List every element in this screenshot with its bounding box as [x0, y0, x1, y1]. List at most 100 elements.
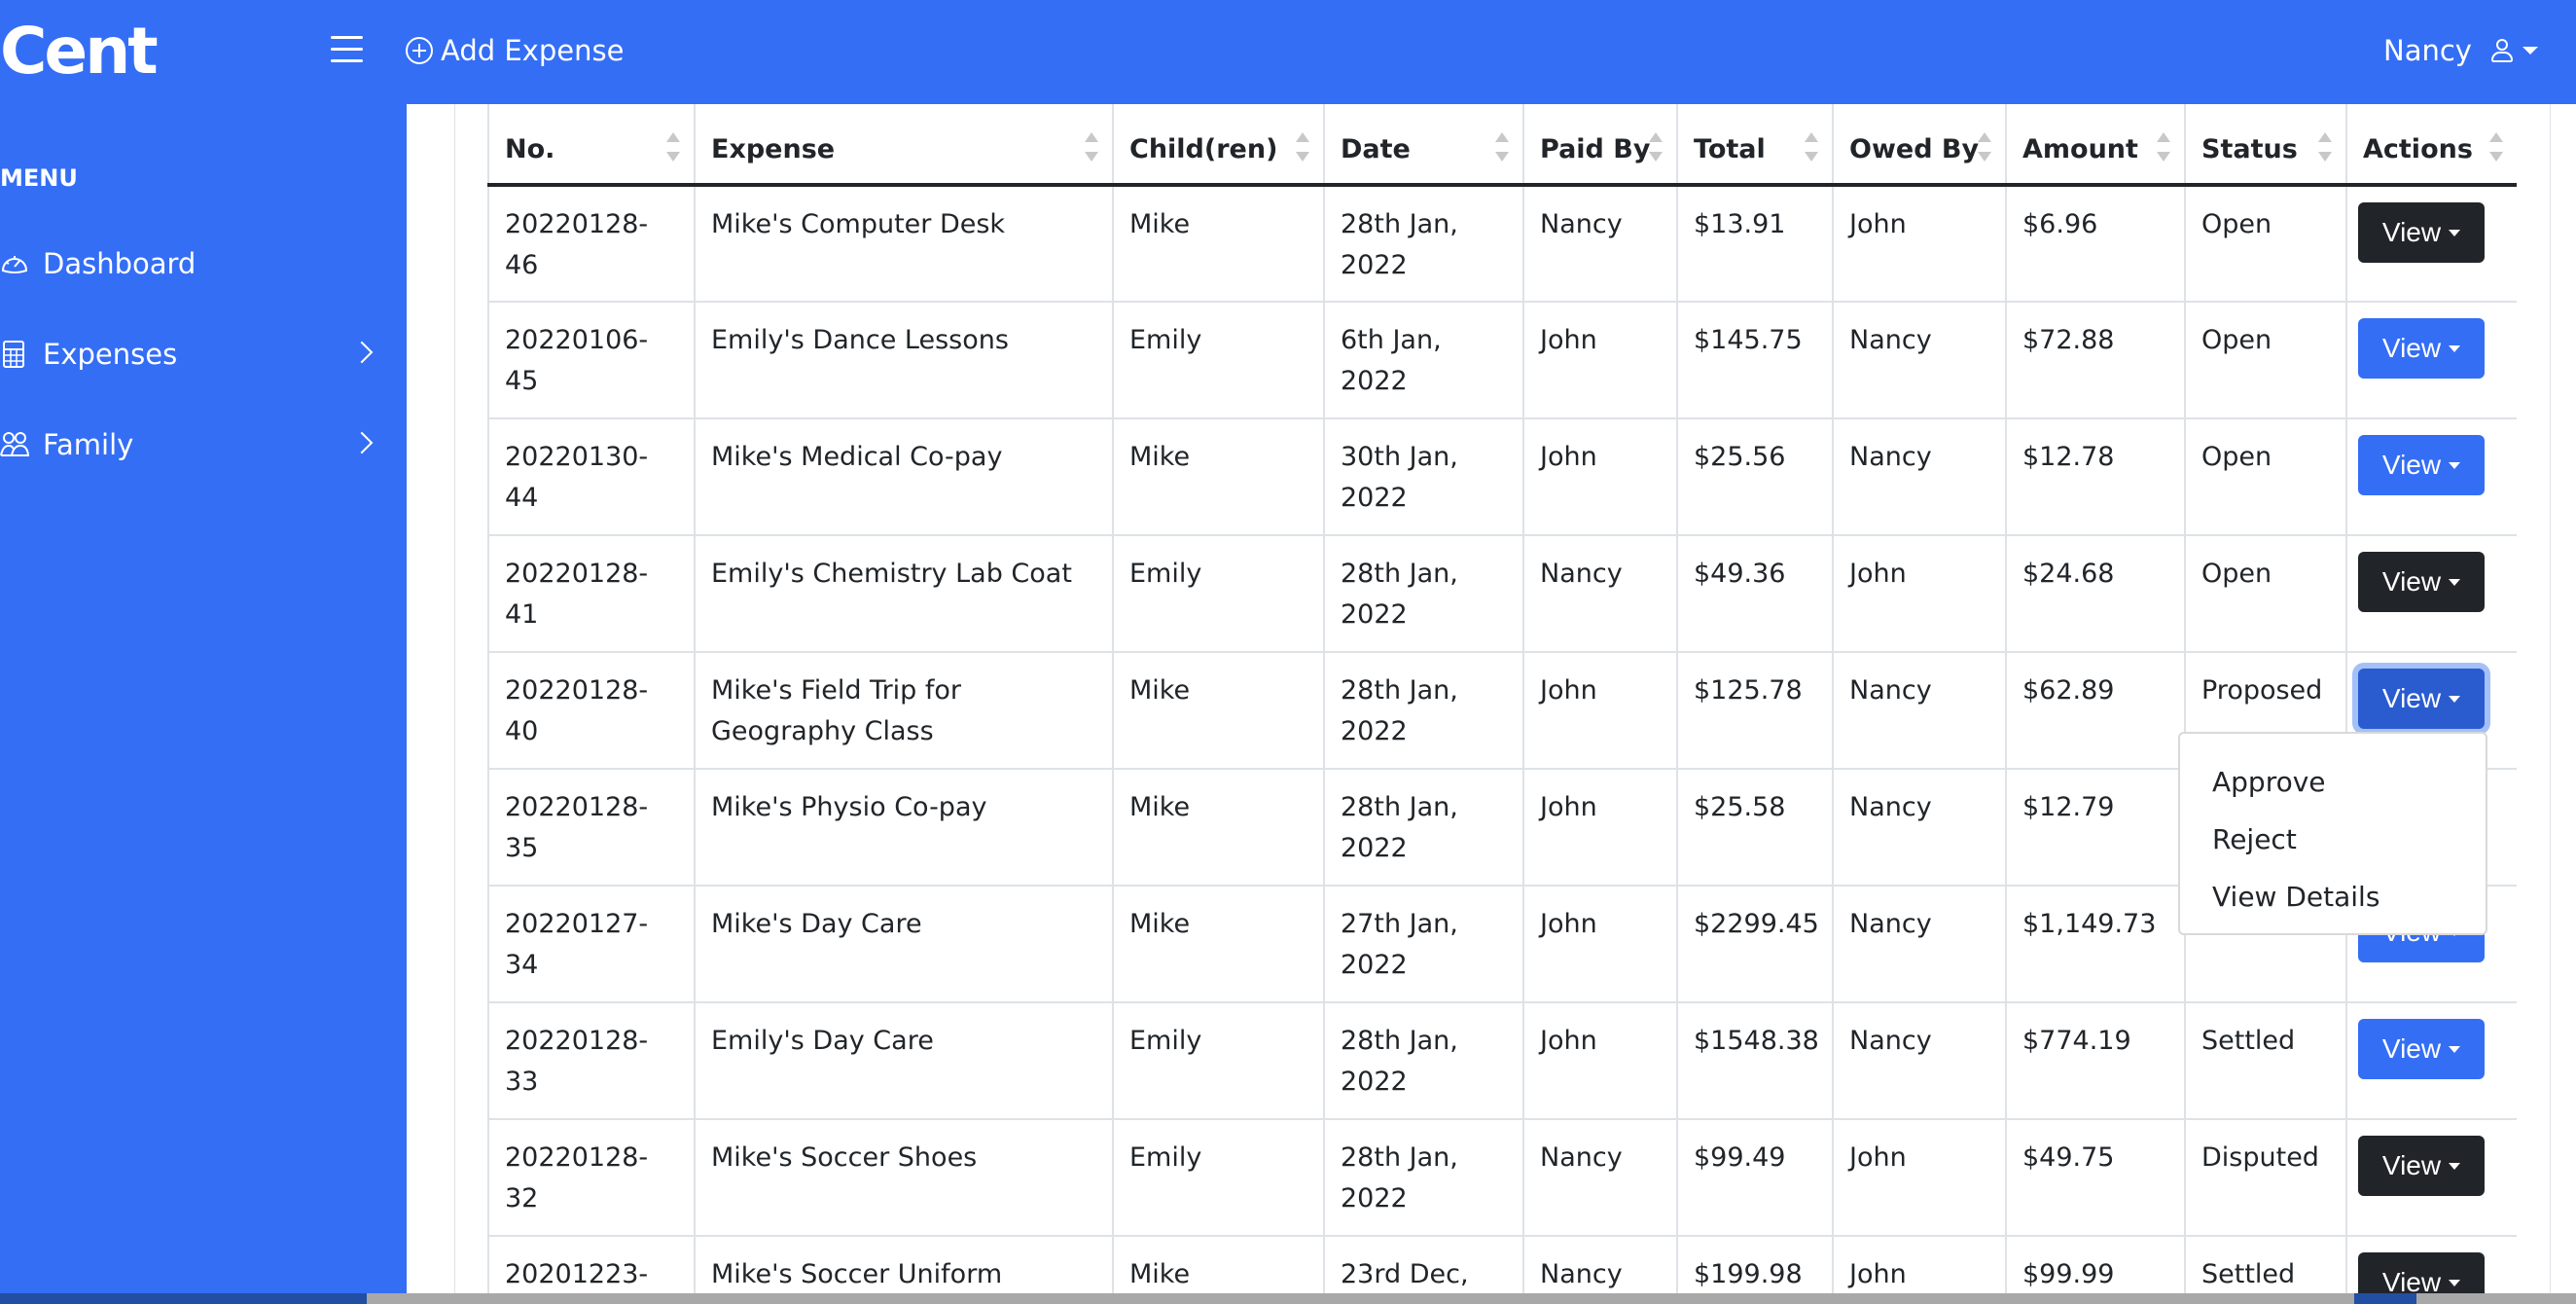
column-header-label: Amount — [2022, 134, 2138, 164]
cell-expense-name: Mike's Soccer Shoes — [694, 1118, 1114, 1237]
cell-amount: $24.68 — [2005, 534, 2186, 653]
cell-date: 27th Jan, 2022 — [1323, 885, 1524, 1003]
cell-expense-number: 20220128-33 — [487, 1001, 696, 1120]
cell-paid-by: John — [1522, 885, 1678, 1003]
cell-total: $99.49 — [1676, 1118, 1834, 1237]
cell-date: 28th Jan, 2022 — [1323, 651, 1524, 770]
sort-icon[interactable] — [1495, 132, 1509, 162]
cell-expense-name: Emily's Dance Lessons — [694, 301, 1114, 419]
plus-circle-icon — [406, 37, 433, 64]
dropdown-item-approve[interactable]: Approve — [2180, 753, 2486, 811]
view-dropdown-button[interactable]: View — [2358, 1019, 2485, 1079]
cell-amount: $62.89 — [2005, 651, 2186, 770]
sort-icon[interactable] — [1649, 132, 1663, 162]
view-dropdown-button[interactable]: View — [2358, 435, 2485, 495]
sort-icon[interactable] — [1978, 132, 1991, 162]
caret-down-icon — [2449, 461, 2461, 469]
cell-total: $1548.38 — [1676, 1001, 1834, 1120]
cell-date: 28th Jan, 2022 — [1323, 768, 1524, 887]
table-row: 20220128-32 Mike's Soccer Shoes Emily 28th … — [487, 1118, 2517, 1237]
caret-down-icon — [2449, 229, 2461, 236]
cell-children: Mike — [1112, 651, 1325, 770]
add-expense-button[interactable]: Add Expense — [406, 29, 624, 72]
cell-owed-by: John — [1832, 1118, 2007, 1237]
cell-actions: View — [2345, 534, 2517, 653]
view-dropdown-button[interactable]: View — [2358, 202, 2485, 263]
sort-icon[interactable] — [1085, 132, 1098, 162]
cell-actions: View — [2345, 1235, 2517, 1293]
cell-owed-by: Nancy — [1832, 1001, 2007, 1120]
chevron-right-icon — [350, 341, 374, 364]
cell-expense-name: Mike's Day Care — [694, 885, 1114, 1003]
sidebar-item-dashboard[interactable]: Dashboard — [0, 235, 407, 293]
cell-date: 28th Jan, 2022 — [1323, 184, 1524, 303]
sort-icon[interactable] — [666, 132, 680, 162]
people-icon — [0, 430, 30, 459]
cell-children: Mike — [1112, 885, 1325, 1003]
sort-icon[interactable] — [2318, 132, 2332, 162]
dropdown-item-view-details[interactable]: View Details — [2180, 868, 2486, 925]
expenses-table-container: No. Expense Child(ren) Date Paid By Total Owed… — [487, 0, 2517, 1293]
cell-children: Mike — [1112, 417, 1325, 536]
column-header-label: Owed By — [1849, 134, 1980, 164]
view-dropdown-button[interactable]: View — [2358, 552, 2485, 612]
cell-expense-number: 20220128-40 — [487, 651, 696, 770]
scrollbar-thumb[interactable] — [2354, 1293, 2416, 1304]
cell-owed-by: John — [1832, 534, 2007, 653]
cell-status: Settled — [2184, 1001, 2347, 1120]
cell-total: $199.98 — [1676, 1235, 1834, 1293]
caret-down-icon — [2449, 1045, 2461, 1053]
cell-amount: $6.96 — [2005, 184, 2186, 303]
expenses-table: No. Expense Child(ren) Date Paid By Total Owed… — [487, 83, 2517, 1293]
column-header-label: Date — [1341, 134, 1411, 164]
cell-actions: View — [2345, 417, 2517, 536]
table-row: 20220128-46 Mike's Computer Desk Mike 28th … — [487, 184, 2517, 303]
view-dropdown-button[interactable]: View — [2358, 318, 2485, 379]
sort-icon[interactable] — [2157, 132, 2170, 162]
caret-down-icon — [2449, 344, 2461, 352]
user-menu-dropdown[interactable]: Nancy — [2383, 29, 2538, 72]
sidebar-item-expenses[interactable]: Expenses — [0, 325, 407, 383]
cell-children: Emily — [1112, 1001, 1325, 1120]
cell-owed-by: Nancy — [1832, 885, 2007, 1003]
sort-icon[interactable] — [1296, 132, 1309, 162]
sidebar-item-family[interactable]: Family — [0, 416, 407, 474]
cell-children: Mike — [1112, 184, 1325, 303]
sidebar-menu-title: MENU — [0, 164, 78, 192]
cell-expense-number: 20201223-31 — [487, 1235, 696, 1293]
dropdown-item-reject[interactable]: Reject — [2180, 811, 2486, 868]
sort-icon[interactable] — [2489, 132, 2503, 162]
cell-date: 30th Jan, 2022 — [1323, 417, 1524, 536]
sort-icon[interactable] — [1805, 132, 1818, 162]
caret-down-icon — [2522, 47, 2538, 54]
cell-paid-by: Nancy — [1522, 1235, 1678, 1293]
cell-status: Open — [2184, 534, 2347, 653]
cell-children: Emily — [1112, 301, 1325, 419]
caret-down-icon — [2449, 695, 2461, 703]
content-border-right — [2550, 104, 2551, 1293]
cell-expense-number: 20220128-32 — [487, 1118, 696, 1237]
cell-amount: $99.99 — [2005, 1235, 2186, 1293]
cell-paid-by: Nancy — [1522, 534, 1678, 653]
sidebar-item-label: Family — [43, 428, 134, 461]
view-dropdown-button[interactable]: View — [2358, 1252, 2485, 1293]
hamburger-icon[interactable] — [331, 36, 363, 63]
cell-total: $49.36 — [1676, 534, 1834, 653]
table-row: 20220106-45 Emily's Dance Lessons Emily 6th… — [487, 301, 2517, 419]
cell-actions: View — [2345, 301, 2517, 419]
cell-expense-name: Mike's Medical Co-pay — [694, 417, 1114, 536]
view-dropdown-button[interactable]: View — [2358, 1136, 2485, 1196]
sidebar-item-label: Expenses — [43, 338, 178, 371]
sidebar-item-label: Dashboard — [43, 247, 197, 280]
view-dropdown-button[interactable]: View — [2358, 669, 2485, 729]
calculator-icon — [0, 340, 29, 369]
column-header-label: Child(ren) — [1129, 134, 1278, 164]
cell-date: 28th Jan, 2022 — [1323, 1001, 1524, 1120]
horizontal-scrollbar[interactable] — [0, 1293, 2576, 1304]
column-header-label: Paid By — [1540, 134, 1651, 164]
cell-expense-name: Emily's Chemistry Lab Coat — [694, 534, 1114, 653]
cell-amount: $1,149.73 — [2005, 885, 2186, 1003]
cell-expense-number: 20220127-34 — [487, 885, 696, 1003]
cell-owed-by: Nancy — [1832, 651, 2007, 770]
app-logo[interactable]: Cent — [0, 18, 159, 86]
